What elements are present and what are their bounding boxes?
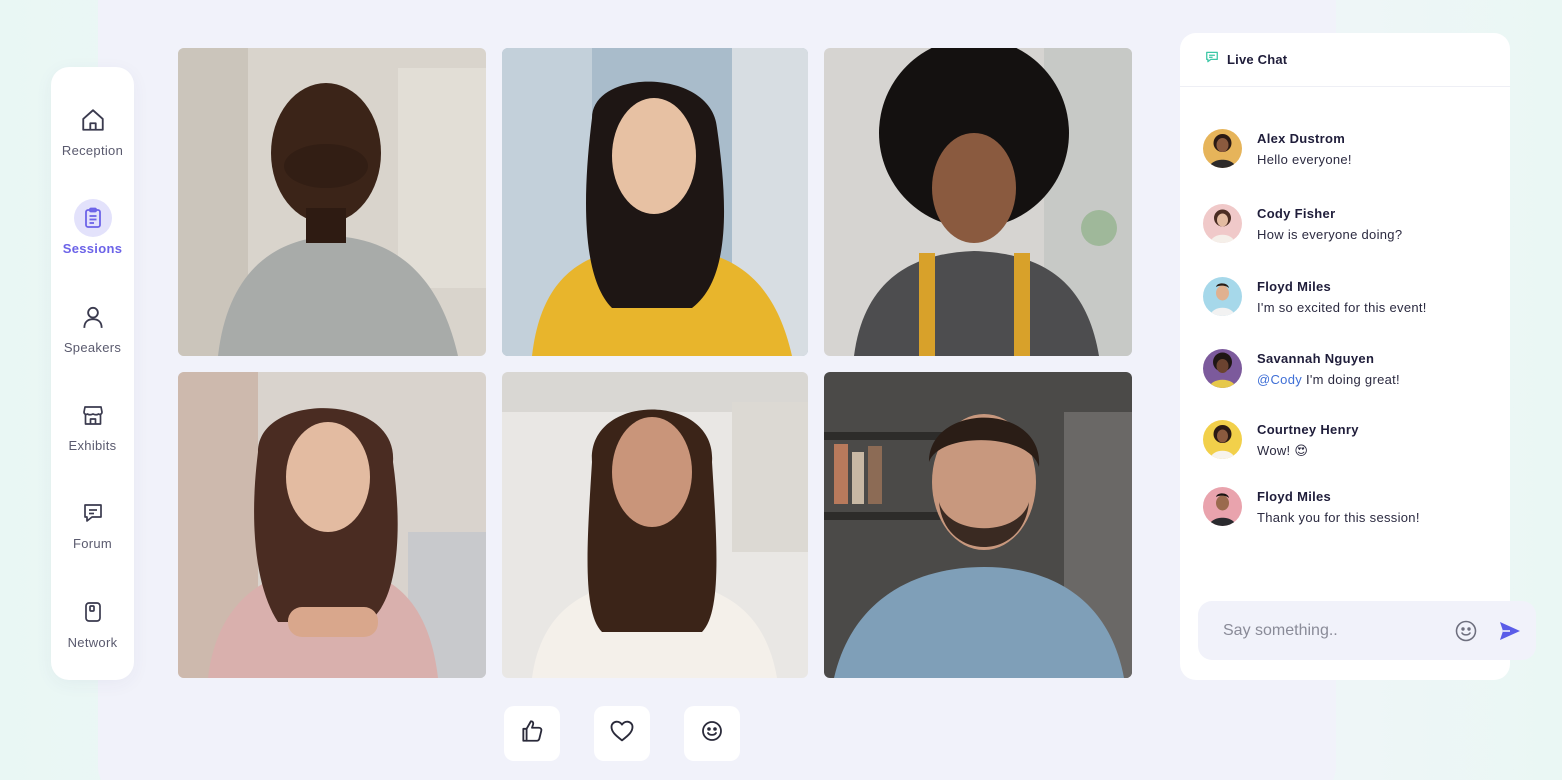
sidebar-item-speakers[interactable]: Speakers (51, 298, 134, 368)
chat-message: Courtney Henry Wow! 😍 (1203, 420, 1359, 459)
message-author: Floyd Miles (1257, 489, 1332, 504)
video-tile-participant-3[interactable] (824, 48, 1132, 356)
phone-card-icon (74, 593, 112, 631)
sidebar-item-network[interactable]: Network (51, 593, 134, 663)
chat-icon (1205, 50, 1219, 69)
smiley-icon (700, 719, 724, 748)
sidebar-item-reception[interactable]: Reception (51, 101, 134, 171)
message-text: @Cody I'm doing great! (1257, 372, 1400, 387)
message-text: Thank you for this session! (1257, 510, 1420, 525)
heart-button[interactable] (594, 706, 650, 761)
chat-message: Savannah Nguyen @Cody I'm doing great! (1203, 349, 1400, 388)
sidebar-item-sessions[interactable]: Sessions (51, 199, 134, 269)
sidebar-item-exhibits[interactable]: Exhibits (51, 396, 134, 466)
chat-bubble-icon (74, 494, 112, 532)
store-icon (74, 396, 112, 434)
message-text: How is everyone doing? (1257, 227, 1403, 242)
chat-title: Live Chat (1227, 52, 1288, 67)
send-icon[interactable] (1498, 619, 1522, 648)
video-tile-participant-2[interactable] (502, 48, 808, 356)
sidebar-item-forum[interactable]: Forum (51, 494, 134, 564)
sidebar-item-label: Network (67, 635, 118, 650)
chat-message: Floyd Miles Thank you for this session! (1203, 487, 1420, 526)
chat-composer (1198, 601, 1536, 660)
message-text: I'm so excited for this event! (1257, 300, 1427, 315)
chat-message: Floyd Miles I'm so excited for this even… (1203, 277, 1427, 316)
avatar (1203, 277, 1242, 316)
mention-link[interactable]: @Cody (1257, 372, 1302, 387)
avatar (1203, 129, 1242, 168)
message-author: Floyd Miles (1257, 279, 1332, 294)
message-author: Cody Fisher (1257, 206, 1336, 221)
chat-message: Cody Fisher How is everyone doing? (1203, 204, 1402, 243)
message-author: Alex Dustrom (1257, 131, 1346, 146)
avatar (1203, 349, 1242, 388)
live-chat-panel: Live Chat Alex Dustrom Hello everyone! C… (1180, 33, 1510, 680)
chat-message: Alex Dustrom Hello everyone! (1203, 129, 1352, 168)
video-tile-participant-6[interactable] (824, 372, 1132, 678)
sidebar-item-label: Sessions (62, 241, 123, 256)
sidebar-nav: Reception Sessions Speakers Exhibits For… (51, 67, 134, 680)
smiley-button[interactable] (684, 706, 740, 761)
video-tile-participant-4[interactable] (178, 372, 486, 678)
emoji-picker-icon[interactable] (1454, 619, 1478, 648)
person-icon (74, 298, 112, 336)
message-author: Courtney Henry (1257, 422, 1359, 437)
chat-header: Live Chat (1180, 33, 1510, 87)
avatar (1203, 204, 1242, 243)
chat-message-input[interactable] (1223, 621, 1443, 640)
heart-icon (608, 717, 636, 750)
video-tile-participant-5[interactable] (502, 372, 808, 678)
sidebar-item-label: Reception (61, 143, 124, 158)
message-author: Savannah Nguyen (1257, 351, 1375, 366)
message-text: Hello everyone! (1257, 152, 1352, 167)
sidebar-item-label: Forum (72, 536, 113, 551)
video-tile-participant-1[interactable] (178, 48, 486, 356)
sidebar-item-label: Exhibits (68, 438, 117, 453)
sidebar-item-label: Speakers (63, 340, 122, 355)
thumbs-up-icon (519, 718, 545, 749)
avatar (1203, 487, 1242, 526)
message-text: Wow! 😍 (1257, 443, 1309, 458)
avatar (1203, 420, 1242, 459)
thumbs-up-button[interactable] (504, 706, 560, 761)
clipboard-icon (73, 199, 112, 237)
home-icon (74, 101, 112, 139)
